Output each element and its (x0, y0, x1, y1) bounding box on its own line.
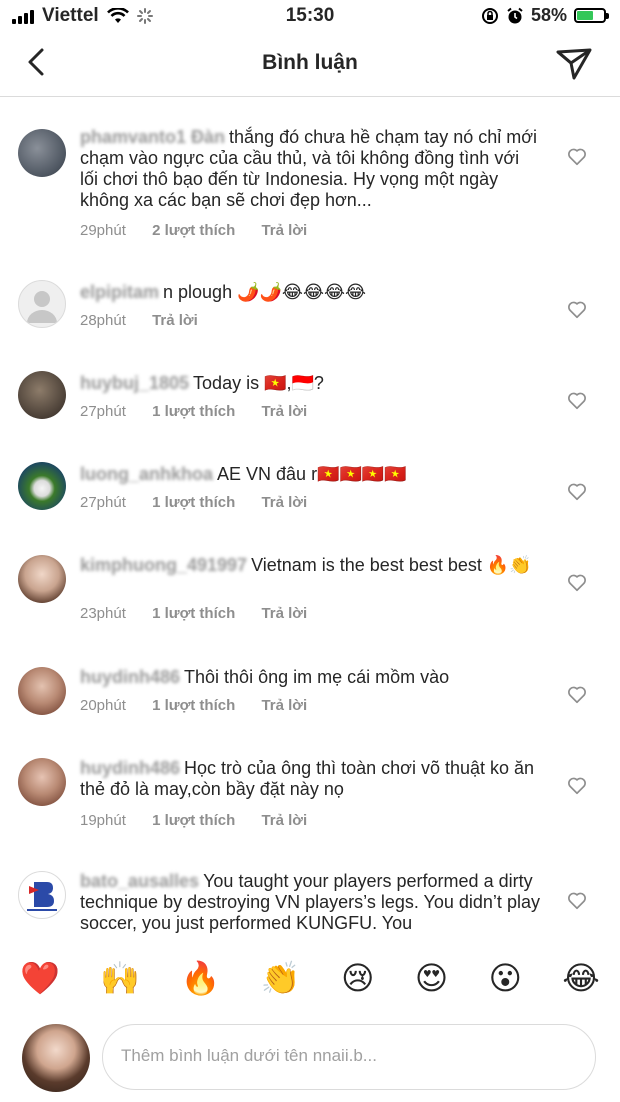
emoji-raising-hands[interactable]: 🙌 (100, 959, 140, 997)
share-send-icon[interactable] (554, 44, 594, 84)
heart-icon[interactable] (566, 298, 588, 320)
reply-button[interactable]: Trả lời (261, 494, 307, 511)
comment-time: 29phút (80, 222, 126, 239)
comment-text: luong_anhkhoa AE VN đâu r🇻🇳🇻🇳🇻🇳🇻🇳 (80, 464, 542, 485)
comment-username[interactable]: huydinh486 (80, 758, 180, 778)
comment-body: n plough 🌶️🌶️😂😂😂😂 (163, 282, 367, 302)
avatar[interactable] (18, 555, 66, 603)
comment-meta: 29phút 2 lượt thích Trả lời (80, 222, 329, 239)
comment-time: 19phút (80, 812, 126, 829)
heart-icon[interactable] (566, 389, 588, 411)
emoji-laughing[interactable]: 😂 (562, 959, 599, 997)
avatar[interactable] (18, 871, 66, 919)
avatar[interactable] (18, 129, 66, 177)
comment-body: Thôi thôi ông im mẹ cái mồm vào (184, 667, 450, 687)
likes-count[interactable]: 1 lượt thích (152, 494, 235, 511)
avatar[interactable] (18, 667, 66, 715)
rotation-lock-icon (481, 7, 498, 24)
comment-username[interactable]: kimphuong_491997 (80, 555, 247, 575)
reply-button[interactable]: Trả lời (261, 222, 307, 239)
reply-button[interactable]: Trả lời (152, 312, 198, 329)
heart-icon[interactable] (566, 480, 588, 502)
comment-meta: 19phút 1 lượt thích Trả lời (80, 812, 329, 829)
avatar[interactable] (18, 758, 66, 806)
battery-icon (574, 8, 609, 23)
emoji-surprised[interactable]: 😮 (489, 959, 522, 997)
comment-text: huybuj_1805 Today is 🇻🇳,🇮🇩? (80, 373, 542, 394)
comment-meta: 20phút 1 lượt thích Trả lời (80, 697, 329, 714)
comment-time: 20phút (80, 697, 126, 714)
comment-body: Today is 🇻🇳,🇮🇩? (193, 373, 324, 393)
status-right: 58% (481, 5, 609, 26)
page-title: Bình luận (262, 51, 358, 74)
alarm-icon (507, 7, 523, 23)
logo-avatar-icon (27, 882, 57, 911)
comment-meta: 27phút 1 lượt thích Trả lời (80, 403, 329, 420)
comment-username[interactable]: bato_ausalles (80, 871, 199, 891)
comment-input[interactable]: Thêm bình luận dưới tên nnaii.b... (102, 1024, 596, 1090)
likes-count[interactable]: 1 lượt thích (152, 697, 235, 714)
reply-button[interactable]: Trả lời (261, 697, 307, 714)
heart-icon[interactable] (566, 571, 588, 593)
likes-count[interactable]: 1 lượt thích (152, 403, 235, 420)
comment-text: huydinh486 Thôi thôi ông im mẹ cái mồm và… (80, 667, 542, 688)
heart-icon[interactable] (566, 145, 588, 167)
status-bar: Viettel 15:30 58% (0, 0, 620, 34)
comment-composer: Thêm bình luận dưới tên nnaii.b... (0, 1014, 620, 1102)
header: Bình luận (0, 34, 620, 97)
emoji-clapping[interactable]: 👏 (261, 959, 301, 997)
emoji-reaction-bar: ❤️ 🙌 🔥 👏 😢 😍 😮 😂 (0, 952, 620, 1004)
emoji-heart-eyes[interactable]: 😍 (415, 959, 448, 997)
reply-button[interactable]: Trả lời (261, 403, 307, 420)
comment-text: elpipitam n plough 🌶️🌶️😂😂😂😂 (80, 282, 542, 303)
heart-icon[interactable] (566, 889, 588, 911)
comment-time: 27phút (80, 494, 126, 511)
comment-body: Vietnam is the best best best 🔥👏 (251, 555, 532, 575)
current-user-avatar (22, 1024, 90, 1092)
comment-time: 28phút (80, 312, 126, 329)
comment-time: 27phút (80, 403, 126, 420)
likes-count[interactable]: 1 lượt thích (152, 812, 235, 829)
comment-body: AE VN đâu r🇻🇳🇻🇳🇻🇳🇻🇳 (217, 464, 407, 484)
comment-text: kimphuong_491997 Vietnam is the best best… (80, 555, 542, 576)
default-avatar-icon (27, 291, 57, 323)
comments-list[interactable]: phamvanto1 Đàn thắng đó chưa hề chạm tay … (0, 97, 620, 937)
likes-count[interactable]: 2 lượt thích (152, 222, 235, 239)
emoji-fire[interactable]: 🔥 (181, 959, 221, 997)
avatar[interactable] (18, 371, 66, 419)
emoji-crying[interactable]: 😢 (341, 959, 374, 997)
comment-username[interactable]: phamvanto1 Đàn (80, 127, 225, 147)
avatar[interactable] (18, 280, 66, 328)
comment-username[interactable]: luong_anhkhoa (80, 464, 213, 484)
reply-button[interactable]: Trả lời (261, 812, 307, 829)
comment-username[interactable]: huybuj_1805 (80, 373, 189, 393)
heart-icon[interactable] (566, 774, 588, 796)
avatar[interactable] (18, 462, 66, 510)
battery-percent: 58% (530, 5, 567, 25)
comment-text: huydinh486 Học trò của ông thì toàn chơi … (80, 758, 542, 800)
comment-meta: 23phút 1 lượt thích Trả lời (80, 605, 329, 622)
comment-text: bato_ausalles You taught your players per… (80, 871, 542, 934)
emoji-heart[interactable]: ❤️ (20, 959, 60, 997)
comment-time: 23phút (80, 605, 126, 622)
reply-button[interactable]: Trả lời (261, 605, 307, 622)
heart-icon[interactable] (566, 683, 588, 705)
comment-username[interactable]: elpipitam (80, 282, 159, 302)
likes-count[interactable]: 1 lượt thích (152, 605, 235, 622)
comment-username[interactable]: huydinh486 (80, 667, 180, 687)
comment-meta: 28phút Trả lời (80, 312, 220, 329)
comment-meta: 27phút 1 lượt thích Trả lời (80, 494, 329, 511)
comment-text: phamvanto1 Đàn thắng đó chưa hề chạm tay … (80, 127, 542, 211)
